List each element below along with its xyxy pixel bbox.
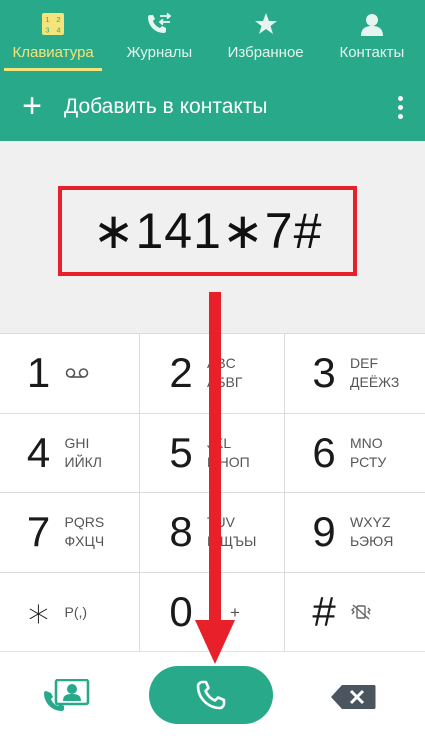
key-9[interactable]: 9 WXYZ ЬЭЮЯ	[285, 493, 425, 573]
vibrate-off-icon	[351, 604, 371, 620]
key-letters: DEF ДЕЁЖЗ	[350, 354, 406, 392]
key-letters: +	[207, 603, 263, 622]
key-digit: 0	[169, 588, 193, 636]
key-letters-cyrillic: МНОП	[207, 453, 250, 470]
key-letters	[65, 367, 121, 379]
dialpad-icon: 1 2 3 4	[42, 12, 65, 36]
key-5[interactable]: 5 JKL МНОП	[140, 413, 285, 493]
key-letters: MNO РСТУ	[350, 434, 406, 472]
key-pause-label: P(,)	[64, 603, 88, 620]
key-0[interactable]: 0 +	[140, 572, 285, 652]
bottom-bar	[0, 651, 425, 736]
key-8[interactable]: 8 TUV ШЩЪЫ	[140, 493, 285, 573]
contacts-card-icon[interactable]	[42, 678, 92, 713]
number-display: ∗141∗7#	[0, 141, 425, 333]
key-letters-latin: MNO	[350, 434, 383, 451]
call-log-icon	[146, 12, 172, 36]
key-plus-label: +	[230, 602, 240, 622]
key-letters: P(,)	[65, 603, 121, 622]
key-letters: PQRS ФХЦЧ	[65, 513, 121, 551]
key-letters-latin: JKL	[207, 434, 232, 451]
tab-contacts[interactable]: Контакты	[319, 0, 425, 73]
key-digit: ∗	[25, 588, 52, 636]
key-1[interactable]: 1	[0, 334, 140, 414]
key-4[interactable]: 4 GHI ИЙКЛ	[0, 413, 140, 493]
number-highlight-box: ∗141∗7#	[58, 186, 357, 276]
key-letters-latin: TUV	[207, 514, 235, 531]
contact-person-icon	[360, 12, 384, 36]
svg-text:4: 4	[57, 26, 61, 35]
action-bar: + Добавить в контакты	[0, 73, 425, 141]
dial-keypad: 1 2 ABC АБВГ 3 DEF ДЕЁЖЗ 4 GHI ИЙКЛ 5 JK…	[0, 333, 425, 653]
key-letters-latin: ABC	[207, 355, 236, 372]
tab-keypad[interactable]: 1 2 3 4 Клавиатура	[0, 0, 106, 73]
add-to-contacts-button[interactable]: Добавить в контакты	[64, 95, 375, 119]
star-icon	[254, 12, 278, 36]
key-7[interactable]: 7 PQRS ФХЦЧ	[0, 493, 140, 573]
key-digit: 9	[312, 508, 336, 556]
key-letters-latin: DEF	[350, 355, 378, 372]
tab-bar: 1 2 3 4 Клавиатура Журналы Избранное Кон…	[0, 0, 425, 73]
key-digit: 4	[26, 428, 51, 476]
svg-text:1: 1	[46, 15, 50, 24]
voicemail-icon	[65, 368, 88, 379]
key-digit: 8	[169, 508, 193, 556]
key-2[interactable]: 2 ABC АБВГ	[140, 334, 285, 414]
svg-text:3: 3	[46, 26, 50, 35]
key-3[interactable]: 3 DEF ДЕЁЖЗ	[285, 334, 425, 414]
tab-contacts-label: Контакты	[339, 44, 405, 61]
key-letters: JKL МНОП	[207, 434, 263, 472]
tab-keypad-label: Клавиатура	[12, 44, 94, 61]
tab-favorites-label: Избранное	[227, 44, 304, 61]
key-letters-cyrillic: РСТУ	[350, 453, 387, 470]
key-letters-latin: PQRS	[64, 514, 105, 531]
key-digit: #	[312, 588, 336, 636]
key-star[interactable]: ∗ P(,)	[0, 572, 140, 652]
key-letters-latin: WXYZ	[350, 514, 391, 531]
svg-text:2: 2	[57, 15, 61, 24]
key-digit: 5	[169, 428, 193, 476]
key-letters: GHI ИЙКЛ	[65, 434, 121, 472]
key-letters: TUV ШЩЪЫ	[207, 513, 263, 551]
key-digit: 2	[169, 349, 193, 397]
key-letters-cyrillic: ЬЭЮЯ	[350, 533, 394, 550]
key-letters-cyrillic: ИЙКЛ	[64, 453, 102, 470]
tab-logs[interactable]: Журналы	[106, 0, 212, 73]
key-letters-cyrillic: ШЩЪЫ	[207, 533, 257, 550]
key-letters-latin: GHI	[64, 434, 90, 451]
more-vertical-icon[interactable]	[375, 73, 425, 141]
backspace-icon[interactable]	[330, 684, 376, 710]
phone-icon	[196, 680, 226, 710]
add-icon[interactable]: +	[0, 89, 64, 123]
key-digit: 6	[312, 428, 336, 476]
key-letters: WXYZ ЬЭЮЯ	[350, 513, 406, 551]
key-digit: 7	[26, 508, 51, 556]
key-letters	[350, 604, 406, 620]
call-button[interactable]	[149, 666, 273, 724]
key-6[interactable]: 6 MNO РСТУ	[285, 414, 425, 493]
key-digit: 3	[312, 349, 336, 397]
tab-favorites[interactable]: Избранное	[213, 0, 319, 73]
key-letters-cyrillic: АБВГ	[207, 374, 243, 391]
key-letters-cyrillic: ФХЦЧ	[64, 533, 105, 550]
key-digit: 1	[26, 349, 51, 397]
dialed-number[interactable]: ∗141∗7#	[93, 202, 323, 260]
key-letters: ABC АБВГ	[207, 354, 263, 392]
key-hash[interactable]: #	[285, 573, 425, 653]
tab-logs-label: Журналы	[126, 44, 193, 61]
key-letters-cyrillic: ДЕЁЖЗ	[350, 374, 400, 391]
